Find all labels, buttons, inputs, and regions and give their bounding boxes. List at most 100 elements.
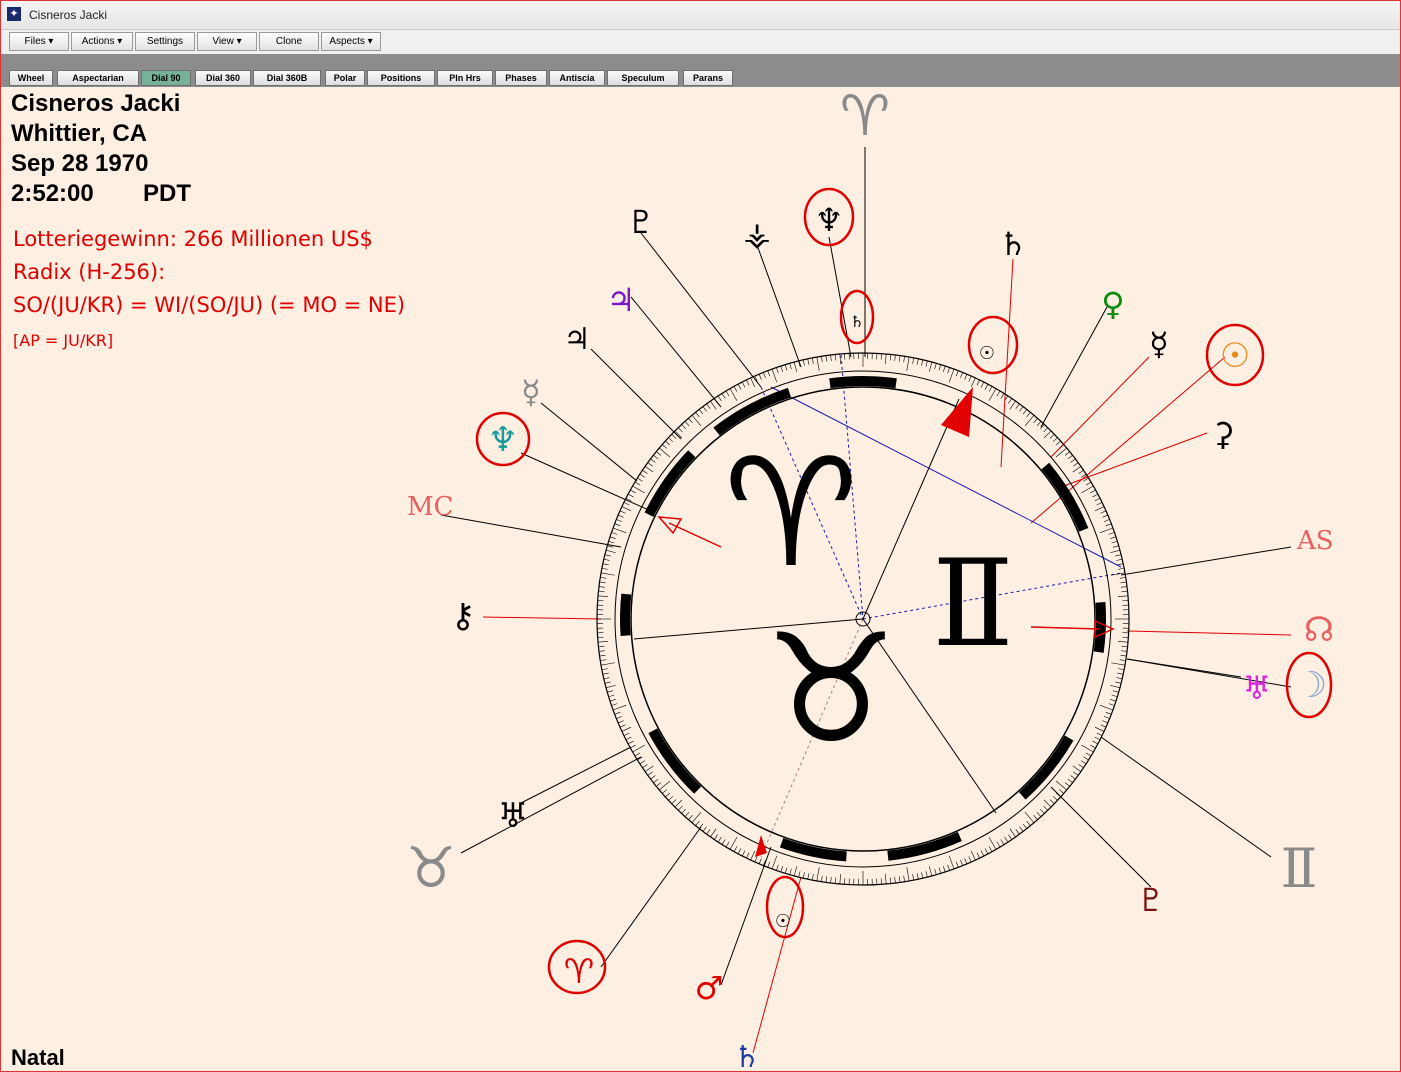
tab-aspectarian[interactable]: Aspectarian — [57, 70, 139, 86]
dial-tick — [1000, 393, 1005, 399]
dial-tick — [1049, 799, 1055, 804]
tab-phases[interactable]: Phases — [495, 70, 547, 86]
mercury-black-glyph[interactable]: ☿ — [1149, 325, 1169, 363]
moon-glyph[interactable]: ☽ — [1295, 665, 1327, 706]
dial-tick — [1108, 532, 1115, 535]
dial-tick — [1099, 704, 1114, 711]
connector-line — [590, 348, 682, 440]
dial-bar-segment — [829, 376, 897, 389]
dial-tick — [681, 808, 686, 814]
view-menu-button[interactable]: View ▾ — [197, 32, 257, 51]
dial-tick — [1120, 654, 1127, 657]
venus-glyph[interactable]: ♀ — [1101, 285, 1124, 323]
aspects-menu-button[interactable]: Aspects ▾ — [321, 32, 381, 51]
dial-tick — [656, 782, 662, 787]
dial-tick — [1008, 398, 1012, 404]
uranus-glyph[interactable]: ♅ — [1243, 669, 1272, 707]
tab-speculum[interactable]: Speculum — [607, 70, 679, 86]
neptune-glyph[interactable]: ♆ — [488, 420, 518, 460]
dial-tick — [691, 811, 702, 823]
center-taurus-sign: ♉ — [764, 603, 898, 777]
dial-tick — [668, 437, 674, 442]
mercury-grey-glyph[interactable]: ☿ — [521, 373, 541, 411]
dial-tick — [921, 359, 924, 366]
tab-pln-hrs[interactable]: Pln Hrs — [437, 70, 493, 86]
sun-glyph[interactable]: ☉ — [1220, 336, 1250, 376]
tab-antiscia[interactable]: Antiscia — [549, 70, 605, 86]
dial-tick — [1070, 458, 1076, 463]
dial-tick — [714, 834, 718, 840]
jupiter-glyph[interactable]: ♃ — [607, 281, 636, 319]
tab-positions[interactable]: Positions — [367, 70, 435, 86]
clone-button[interactable]: Clone — [259, 32, 319, 51]
files-menu-button[interactable]: Files ▾ — [9, 32, 69, 51]
dial-bar-segment — [1041, 462, 1089, 532]
dial-tick — [780, 365, 783, 372]
aries-point-glyph[interactable]: ♈ — [564, 952, 594, 992]
vulkanus-glyph[interactable]: ♇ — [627, 203, 656, 241]
tab-polar[interactable]: Polar — [325, 70, 365, 86]
dial-tick — [960, 859, 963, 866]
dial-tick — [625, 736, 632, 741]
dial-tick — [816, 867, 820, 882]
tab-wheel[interactable]: Wheel — [9, 70, 53, 86]
tab-dial-360b[interactable]: Dial 360B — [253, 70, 321, 86]
dial-tick — [894, 354, 896, 361]
connector-line — [630, 296, 722, 408]
dial-tick — [1026, 820, 1031, 826]
chart-type-label: Natal — [11, 1045, 65, 1070]
hades-glyph[interactable]: ♆ — [815, 201, 844, 239]
connector-line — [520, 452, 652, 512]
dial-tick — [1100, 510, 1107, 514]
dial-tick — [970, 850, 976, 861]
connector-line — [440, 514, 622, 548]
dial-tick — [659, 447, 671, 458]
dial-tick — [597, 595, 609, 597]
connector-line — [756, 244, 802, 368]
zeus-glyph[interactable]: ♃ — [564, 322, 591, 357]
dial-tick — [976, 379, 980, 386]
dial-tick — [1055, 447, 1067, 458]
dial-tick — [984, 848, 989, 855]
connector-line — [482, 616, 602, 620]
tab-parans[interactable]: Parans — [683, 70, 733, 86]
dial-tick — [802, 359, 805, 366]
dial-tick — [1067, 454, 1073, 460]
dial-tick — [928, 866, 933, 877]
chart-canvas[interactable]: ♈ ♉ Ⅱ ♈ ♉ Ⅱ MC AS ♇ ⚶ ♆ ♄ ♃ ♀ ♃ ☿ ☉ ☿ ⚳ — [1, 87, 1400, 1071]
saturn-glyph[interactable]: ♄ — [734, 1040, 761, 1071]
actions-menu-button[interactable]: Actions ▾ — [71, 32, 133, 51]
kronos-glyph[interactable]: ♄ — [999, 225, 1028, 263]
tab-strip: Wheel Aspectarian Dial 90 Dial 360 Dial … — [1, 54, 1400, 87]
tab-dial-360[interactable]: Dial 360 — [195, 70, 251, 86]
dial-tick — [1085, 481, 1092, 486]
connector-line — [1060, 432, 1208, 488]
dial-tick — [1026, 412, 1031, 418]
dial-tick — [1008, 834, 1012, 840]
tab-dial-90[interactable]: Dial 90 — [141, 70, 191, 86]
admetos-glyph[interactable]: ⚶ — [743, 215, 770, 253]
dial-tick — [627, 493, 634, 498]
ceres-glyph[interactable]: ⚳ — [1211, 415, 1234, 453]
settings-button[interactable]: Settings — [135, 32, 195, 51]
note-radix: Radix (H-256): — [13, 260, 166, 284]
mars-glyph[interactable]: ♂ — [695, 969, 724, 1007]
dial-tick — [604, 554, 611, 557]
dial-tick — [1121, 645, 1128, 648]
dial-tick — [1072, 765, 1082, 772]
dial-tick — [678, 427, 683, 433]
node-glyph[interactable]: ☊ — [1304, 610, 1334, 650]
dial-bar-segment — [620, 593, 632, 636]
red-arrow-right-shaft — [1030, 626, 1100, 630]
poseidon-glyph[interactable]: ♅ — [498, 796, 528, 836]
dial-tick — [1103, 716, 1110, 719]
dial-tick — [668, 796, 674, 801]
title-bar: ✦ Cisneros Jacki — [1, 1, 1400, 30]
dial-tick — [601, 668, 608, 671]
dial-tick — [602, 672, 609, 675]
dial-tick — [903, 875, 905, 882]
dial-tick — [1009, 828, 1016, 838]
dial-tick — [1117, 595, 1129, 597]
pluto-glyph[interactable]: ♇ — [1137, 881, 1166, 919]
chiron-glyph[interactable]: ⚷ — [451, 596, 476, 636]
